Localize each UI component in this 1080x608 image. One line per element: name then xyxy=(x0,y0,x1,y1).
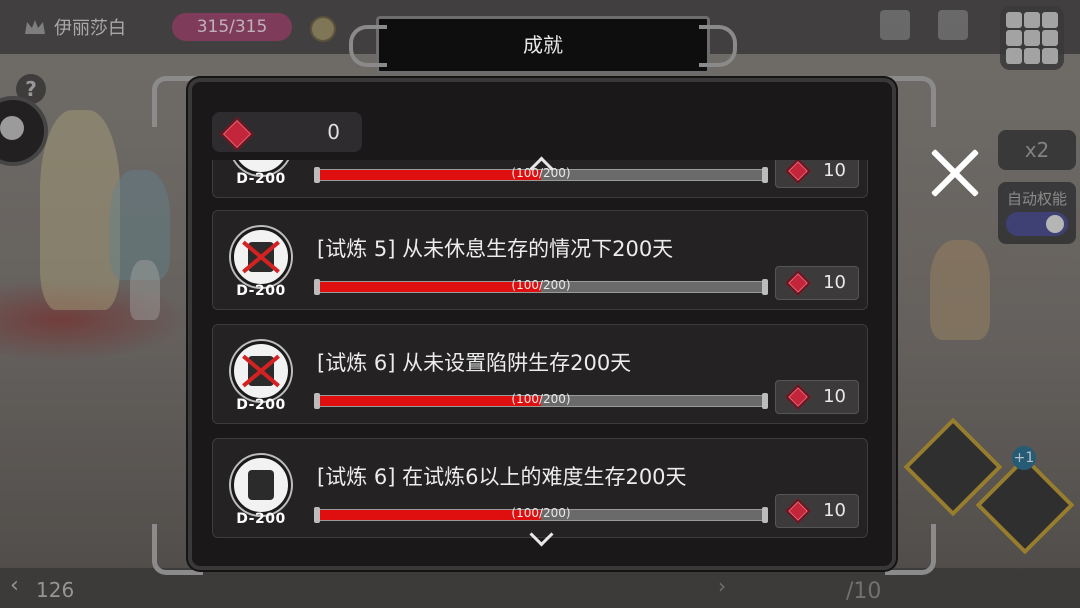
achievement-tag: D-200 xyxy=(236,511,286,527)
frame-corner-ornament xyxy=(885,76,936,127)
achievement-tag: D-200 xyxy=(236,171,286,187)
achievement-text: [试炼 6] 从未设置陷阱生存200天 xyxy=(317,351,632,375)
reward-badge: 10 xyxy=(775,494,859,528)
red-gem-icon xyxy=(785,498,811,524)
progress-current: 100 xyxy=(516,506,539,520)
red-gem-icon xyxy=(785,384,811,410)
reward-badge: 10 xyxy=(775,380,859,414)
scroll-down-chevron-icon[interactable] xyxy=(528,528,552,552)
frame-corner-ornament xyxy=(885,524,936,575)
no-rest-emblem-icon xyxy=(231,227,291,287)
modal-title: 成就 xyxy=(523,33,563,57)
achievement-text: [试炼 6] 在试炼6以上的难度生存200天 xyxy=(317,465,687,489)
achievement-card[interactable]: D-200 [试炼 5] 从未休息生存的情况下200天 (100/200) 10 xyxy=(212,210,868,310)
achievement-progress-bar: (100/200) xyxy=(314,506,768,523)
gem-balance: 0 xyxy=(212,112,362,152)
progress-total: 200 xyxy=(543,278,566,292)
progress-total: 200 xyxy=(543,392,566,406)
reward-amount: 10 xyxy=(823,272,846,293)
reward-amount: 10 xyxy=(823,500,846,521)
progress-total: 200 xyxy=(543,506,566,520)
achievement-progress-bar: (100/200) xyxy=(314,278,768,295)
trial-6-emblem-icon xyxy=(231,455,291,515)
reward-amount: 10 xyxy=(823,386,846,407)
gem-count: 0 xyxy=(327,120,340,144)
achievement-card[interactable]: D-200 [试炼 6] 从未设置陷阱生存200天 (100/200) 10 xyxy=(212,324,868,424)
achievement-list[interactable]: D-200 (100/200) 10 D-200 [试炼 5] 从未休息生存的情… xyxy=(212,160,868,542)
achievement-tag: D-200 xyxy=(236,397,286,413)
progress-current: 100 xyxy=(516,392,539,406)
red-gem-icon xyxy=(785,160,811,184)
reward-badge: 10 xyxy=(775,160,859,188)
achievement-tag: D-200 xyxy=(236,283,286,299)
red-gem-icon xyxy=(785,270,811,296)
reward-badge: 10 xyxy=(775,266,859,300)
progress-text: (100/200) xyxy=(511,506,571,520)
reward-amount: 10 xyxy=(823,160,846,181)
achievement-progress-bar: (100/200) xyxy=(314,392,768,409)
close-icon[interactable] xyxy=(928,146,982,200)
red-gem-icon xyxy=(220,117,254,151)
progress-text: (100/200) xyxy=(511,278,571,292)
scroll-up-chevron-icon[interactable] xyxy=(528,152,552,176)
modal-title-plate: 成就 xyxy=(349,16,737,74)
achievement-text: [试炼 5] 从未休息生存的情况下200天 xyxy=(317,237,674,261)
progress-current: 100 xyxy=(516,278,539,292)
no-trap-emblem-icon xyxy=(231,341,291,401)
progress-text: (100/200) xyxy=(511,392,571,406)
